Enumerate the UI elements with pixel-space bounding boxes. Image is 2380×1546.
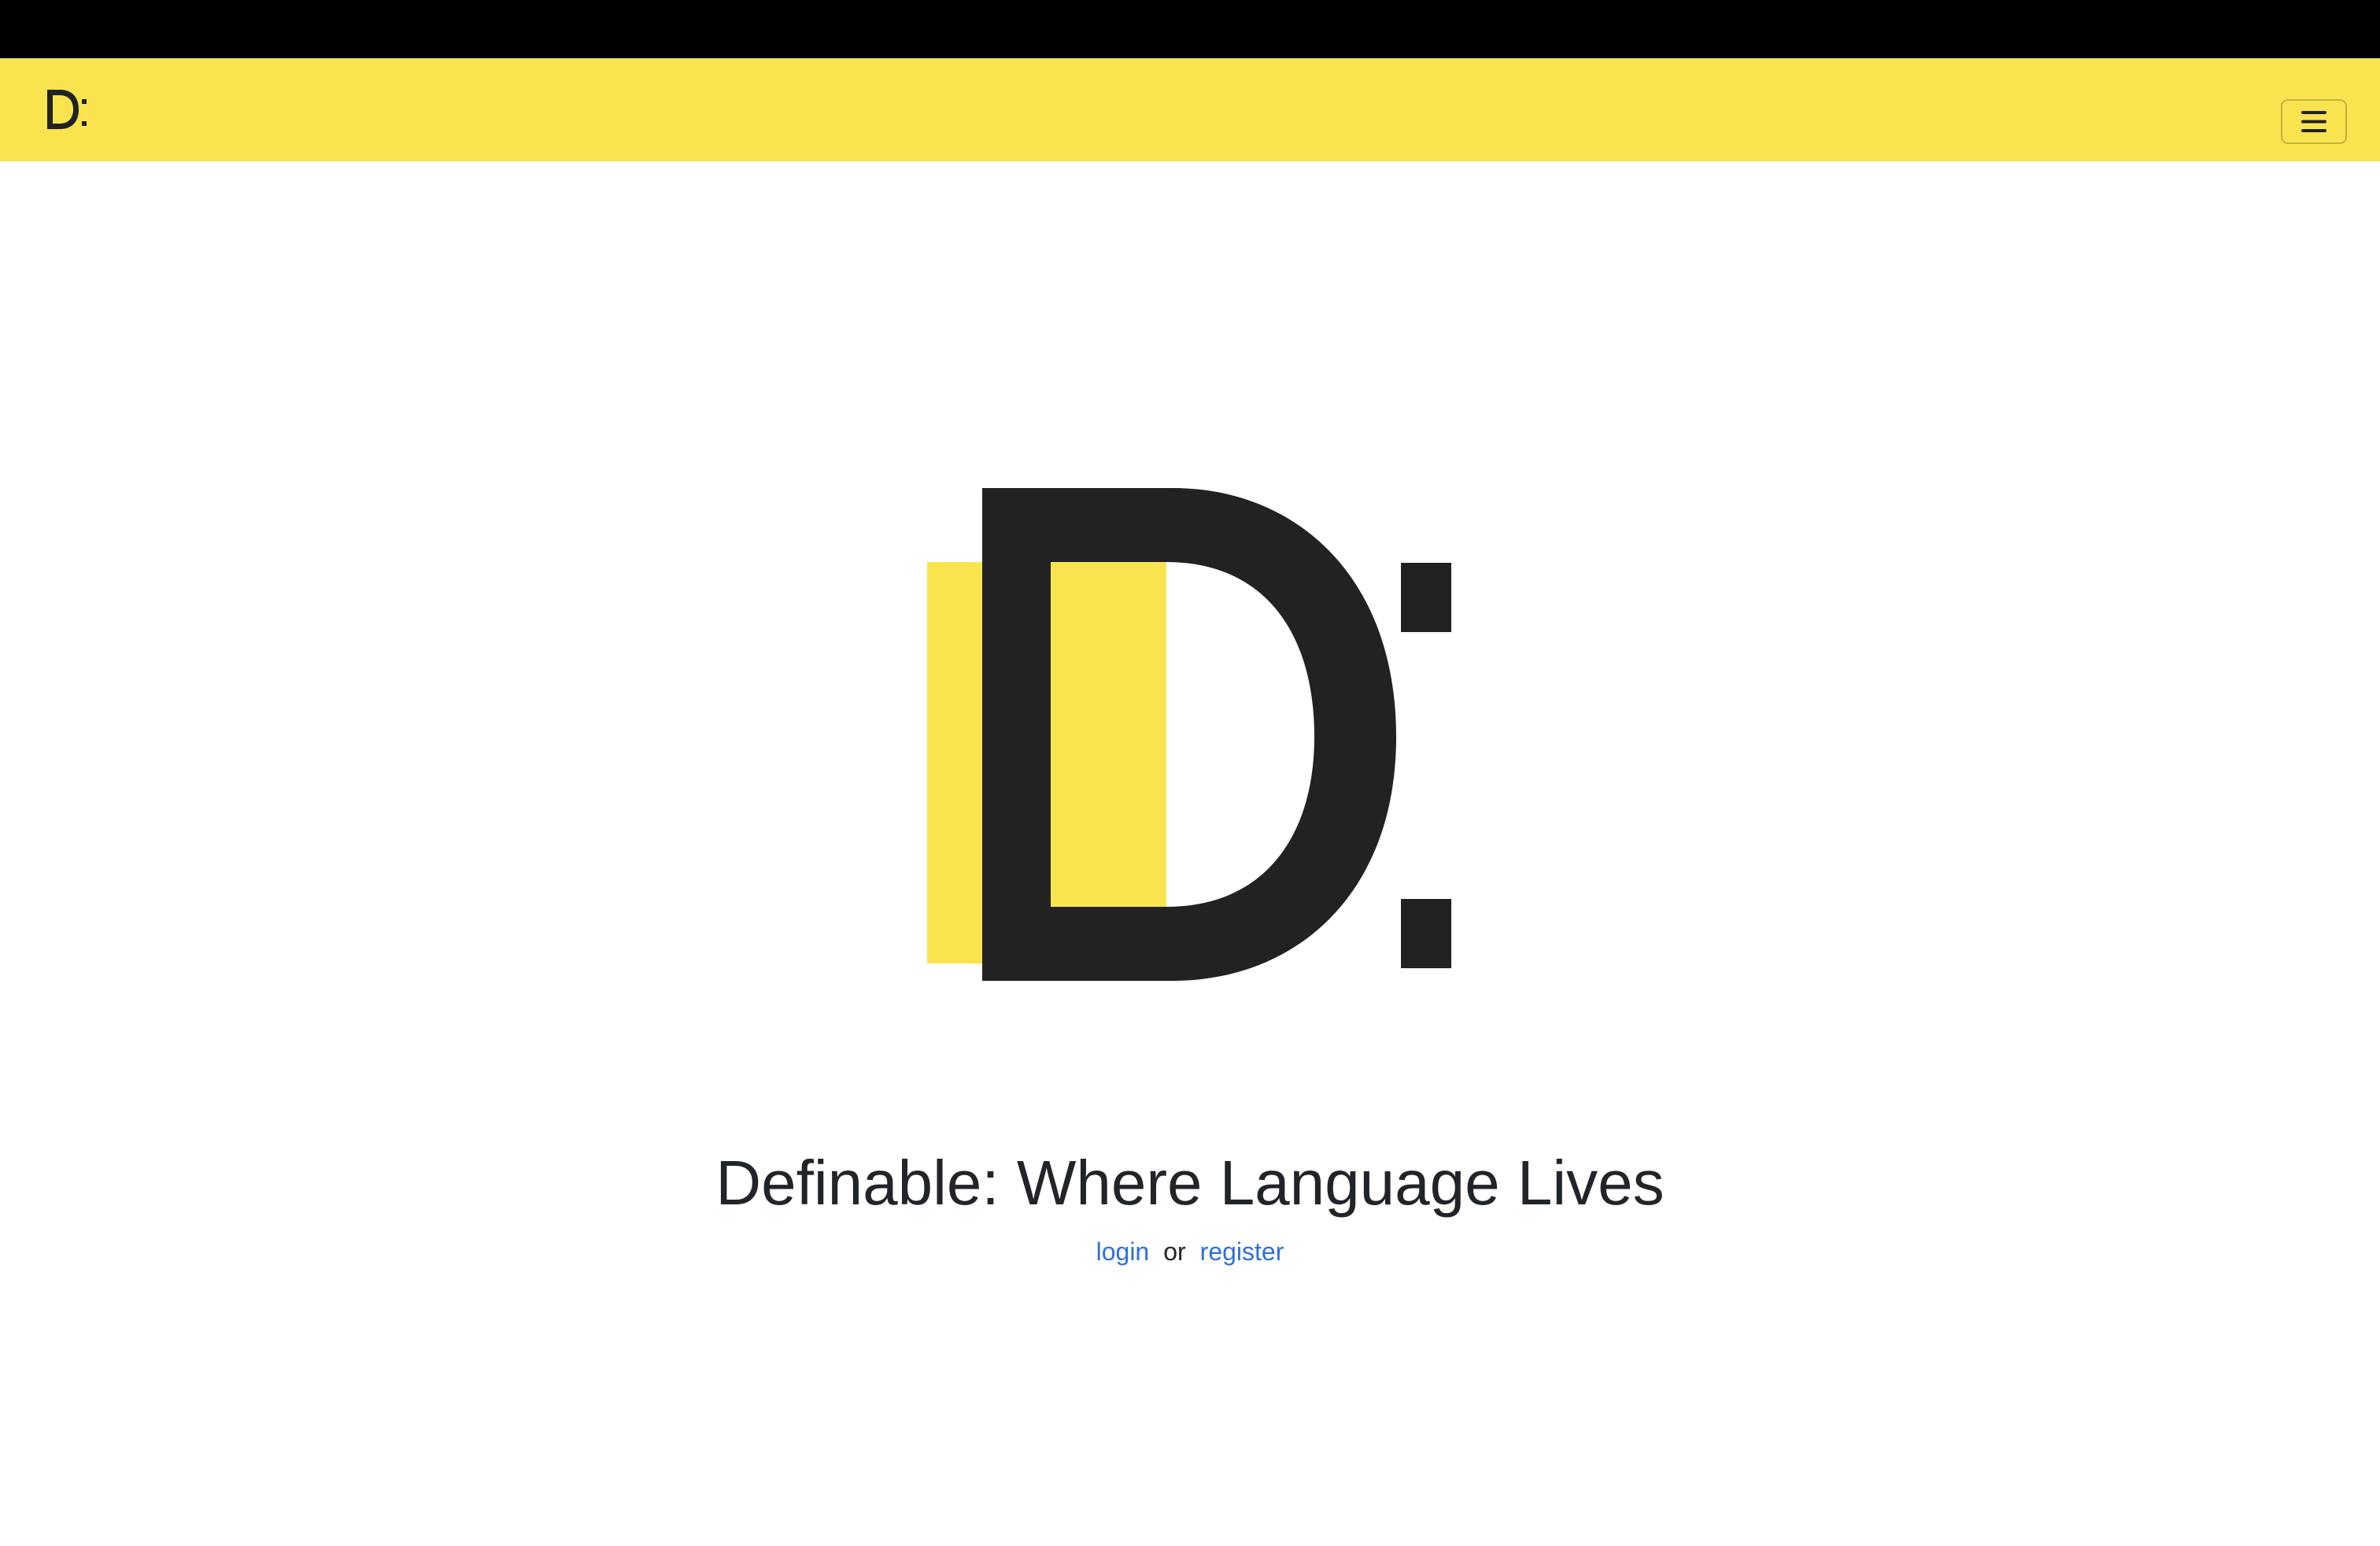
logo-letter-d (982, 488, 1396, 981)
page-title: Definable: Where Language Lives (715, 1148, 1665, 1218)
auth-separator: or (1163, 1237, 1186, 1266)
logo-yellow-inner (1051, 562, 1166, 907)
brand-logo-link[interactable] (44, 88, 88, 131)
hamburger-menu-icon (2301, 111, 2326, 132)
top-black-strip (0, 0, 2380, 58)
login-link[interactable]: login (1096, 1237, 1150, 1266)
logo-colon-top (1401, 563, 1451, 632)
brand-logo-icon (47, 90, 87, 129)
menu-toggle-button[interactable] (2281, 99, 2347, 144)
register-link[interactable]: register (1200, 1237, 1284, 1266)
hero-logo-icon (927, 488, 1451, 981)
logo-colon-bottom (1401, 899, 1451, 968)
auth-links: login or register (0, 1231, 2380, 1272)
navbar (0, 58, 2380, 161)
